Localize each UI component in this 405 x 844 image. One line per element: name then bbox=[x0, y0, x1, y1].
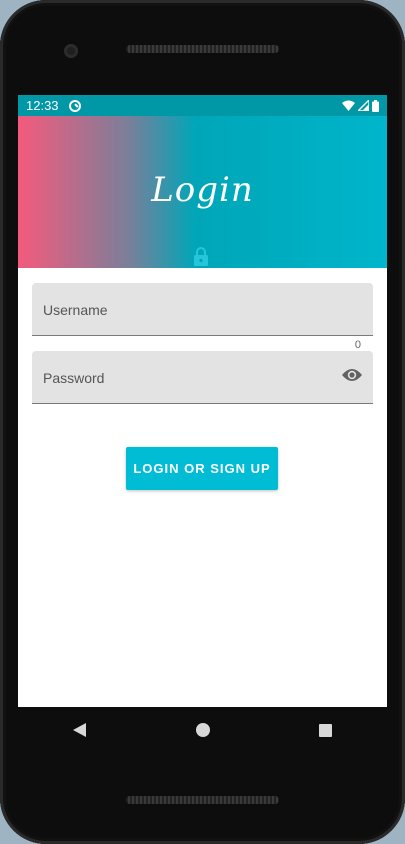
bottom-speaker bbox=[126, 796, 279, 804]
top-speaker bbox=[126, 45, 279, 53]
home-button[interactable] bbox=[183, 710, 223, 750]
wifi-icon bbox=[342, 100, 355, 111]
status-bar: 12:33 bbox=[18, 95, 387, 116]
signal-icon bbox=[358, 100, 369, 111]
battery-icon bbox=[372, 99, 379, 112]
sync-icon bbox=[68, 99, 81, 112]
navigation-bar bbox=[18, 707, 387, 753]
login-or-signup-button[interactable]: LOGIN OR SIGN UP bbox=[126, 447, 278, 490]
recents-icon bbox=[319, 723, 332, 737]
lock-icon bbox=[194, 247, 208, 266]
username-field[interactable]: Username bbox=[32, 283, 373, 336]
password-field[interactable]: Password bbox=[32, 351, 373, 404]
recents-button[interactable] bbox=[306, 710, 346, 750]
status-time: 12:33 bbox=[26, 98, 59, 113]
login-header: Login bbox=[18, 116, 387, 268]
home-icon bbox=[195, 723, 210, 737]
phone-frame: 12:33 Login Username 0 Password LOGIN OR… bbox=[0, 0, 405, 844]
back-icon bbox=[73, 723, 86, 737]
eye-icon[interactable] bbox=[341, 367, 363, 383]
app-screen: 12:33 Login Username 0 Password LOGIN OR… bbox=[18, 95, 387, 707]
username-character-counter: 0 bbox=[354, 339, 361, 351]
username-label: Username bbox=[43, 302, 108, 318]
back-button[interactable] bbox=[60, 710, 100, 750]
password-label: Password bbox=[43, 370, 105, 386]
page-title: Login bbox=[151, 170, 254, 210]
front-camera bbox=[64, 44, 78, 58]
